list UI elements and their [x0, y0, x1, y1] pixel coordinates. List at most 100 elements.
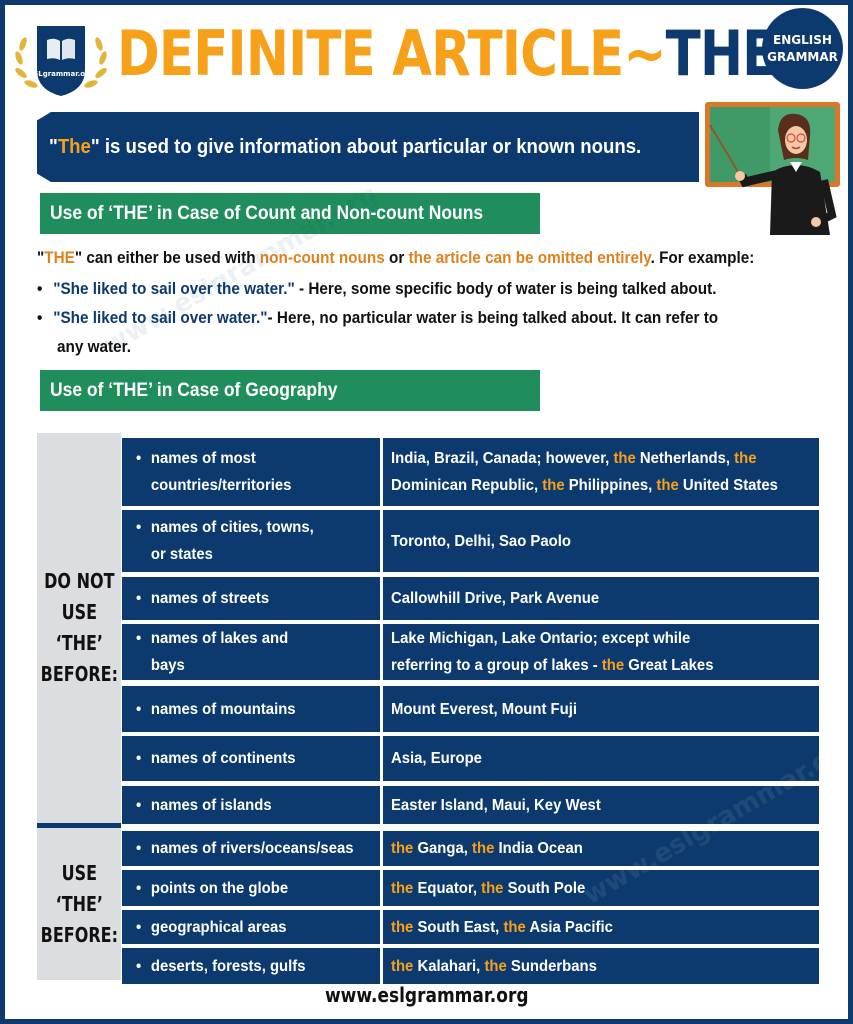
category-text: names of streets: [136, 585, 269, 612]
category-cell: deserts, forests, gulfs: [122, 948, 380, 984]
category-text: deserts, forests, gulfs: [136, 953, 306, 980]
example-fragment: Asia Pacific: [525, 918, 613, 936]
examples-cell: the Kalahari, the Sunderbans: [383, 948, 819, 984]
example-fragment: Dominican Republic,: [391, 477, 543, 494]
example-fragment: Sunderbans: [506, 957, 597, 975]
examples-text: the Equator, the South Pole: [391, 875, 585, 902]
category-cell: names of cities, towns,or states: [122, 510, 380, 572]
group-label-text: DO NOT USE ‘THE’ BEFORE:: [40, 569, 118, 686]
examples-text: the South East, the Asia Pacific: [391, 914, 613, 941]
highlight-the: the: [481, 879, 504, 897]
example-fragment: United States: [678, 477, 778, 494]
section-heading-count-noncount: Use of ‘THE’ in Case of Count and Non-co…: [40, 193, 540, 234]
example-fragment: India Ocean: [494, 840, 583, 857]
text-fragment: " can either be used with: [74, 248, 260, 267]
example-fragment: South Pole: [503, 879, 586, 897]
examples-text: Easter Island, Maui, Key West: [391, 792, 601, 819]
category-text: names of islands: [136, 792, 272, 819]
examples-cell: India, Brazil, Canada; however, the Neth…: [383, 438, 819, 506]
section-heading-text: Use of ‘THE’ in Case of Count and Non-co…: [50, 203, 484, 224]
logo-text: ESLgrammar.org: [28, 70, 93, 78]
highlight-the: the: [484, 957, 507, 975]
highlight-the: the: [391, 879, 414, 897]
bullet-icon: •: [37, 308, 43, 327]
group-label-text: USE ‘THE’ BEFORE:: [40, 860, 118, 947]
category-text: points on the globe: [136, 875, 288, 902]
eslgrammar-logo: ESLgrammar.org: [15, 26, 107, 96]
examples-text: Lake Michigan, Lake Ontario; except whil…: [391, 625, 713, 679]
category-cell: names of lakes andbays: [122, 624, 380, 680]
example-quote: "She liked to sail over the water.": [53, 279, 295, 298]
example-fragment: Asia, Europe: [391, 750, 482, 767]
definition-text: "The" is used to give information about …: [49, 112, 641, 182]
highlight-the: The: [57, 136, 91, 158]
category-text: names of rivers/oceans/seas: [136, 835, 354, 862]
category-cell: names of mostcountries/territories: [122, 438, 380, 506]
example-bullet-2-continuation: any water.: [57, 337, 848, 357]
text-fragment: ": [37, 248, 45, 267]
highlight-the: the: [601, 657, 625, 674]
title-main: DEFINITE ARTICLE~: [117, 17, 666, 90]
english-grammar-badge: ENGLISH GRAMMAR: [762, 8, 843, 89]
text-fragment: . For example:: [650, 248, 755, 267]
footer-url-text: www.eslgrammar.org: [324, 983, 529, 1007]
example-fragment: South East,: [413, 918, 504, 936]
examples-cell: Asia, Europe: [383, 736, 819, 781]
section-heading-text: Use of ‘THE’ in Case of Geography: [50, 380, 338, 401]
example-fragment: Lake Michigan, Lake Ontario; except whil…: [391, 630, 691, 647]
category-text: names of mountains: [136, 696, 296, 723]
category-text: names of mostcountries/territories: [136, 445, 291, 499]
category-cell: names of mountains: [122, 686, 380, 732]
examples-cell: Callowhill Drive, Park Avenue: [383, 577, 819, 620]
example-fragment: Callowhill Drive, Park Avenue: [391, 590, 600, 607]
category-text: names of lakes andbays: [136, 625, 288, 679]
examples-cell: the Ganga, the India Ocean: [383, 831, 819, 866]
highlight-the: the: [391, 840, 414, 857]
example-quote: "She liked to sail over water.": [53, 308, 268, 327]
example-fragment: Easter Island, Maui, Key West: [391, 796, 601, 814]
title-the: THE: [665, 17, 778, 90]
examples-text: the Kalahari, the Sunderbans: [391, 953, 597, 980]
definition-body: " is used to give information about part…: [90, 136, 642, 158]
highlight-the: the: [391, 918, 414, 936]
example-explanation: - Here, some specific body of water is b…: [294, 279, 717, 298]
example-fragment: Ganga,: [413, 840, 473, 857]
examples-cell: the Equator, the South Pole: [383, 870, 819, 906]
badge-line-1: ENGLISH: [773, 32, 832, 47]
badge-line-2: GRAMMAR: [767, 49, 838, 64]
page-title: DEFINITE ARTICLE~THE: [117, 11, 777, 97]
highlight-non-count-nouns: non-count nouns: [259, 248, 385, 267]
highlight-the: the: [613, 450, 636, 467]
category-text: names of continents: [136, 745, 296, 772]
examples-cell: Easter Island, Maui, Key West: [383, 786, 819, 824]
category-cell: names of streets: [122, 577, 380, 620]
category-cell: points on the globe: [122, 870, 380, 906]
examples-text: India, Brazil, Canada; however, the Neth…: [391, 445, 778, 499]
bullet-icon: •: [37, 279, 43, 298]
highlight-the: the: [472, 840, 495, 857]
highlight-the: the: [391, 957, 414, 975]
highlight-the: the: [734, 450, 757, 467]
highlight-the: the: [656, 477, 679, 494]
footer-url: www.eslgrammar.org: [5, 983, 848, 1007]
example-fragment: India, Brazil, Canada; however,: [391, 450, 614, 467]
example-bullet-2: • "She liked to sail over water."- Here, …: [37, 308, 848, 328]
example-fragment: Equator,: [413, 879, 482, 897]
use-the-label: USE ‘THE’ BEFORE:: [37, 828, 121, 980]
example-fragment: Philippines,: [564, 477, 657, 494]
example-fragment: Great Lakes: [624, 657, 714, 674]
intro-paragraph: "THE" can either be used with non-count …: [37, 248, 848, 268]
text-fragment: or: [384, 248, 409, 267]
examples-text: Asia, Europe: [391, 745, 482, 772]
group-divider: [37, 823, 121, 828]
category-cell: names of continents: [122, 736, 380, 781]
examples-text: the Ganga, the India Ocean: [391, 835, 583, 862]
highlight-the: THE: [44, 248, 75, 267]
highlight-the: the: [503, 918, 526, 936]
example-fragment: Netherlands,: [635, 450, 735, 467]
examples-cell: Lake Michigan, Lake Ontario; except whil…: [383, 624, 819, 680]
category-cell: names of rivers/oceans/seas: [122, 831, 380, 866]
example-fragment: Mount Everest, Mount Fuji: [391, 700, 577, 718]
example-fragment: referring to a group of lakes -: [391, 657, 602, 674]
do-not-use-the-label: DO NOT USE ‘THE’ BEFORE:: [37, 433, 121, 823]
